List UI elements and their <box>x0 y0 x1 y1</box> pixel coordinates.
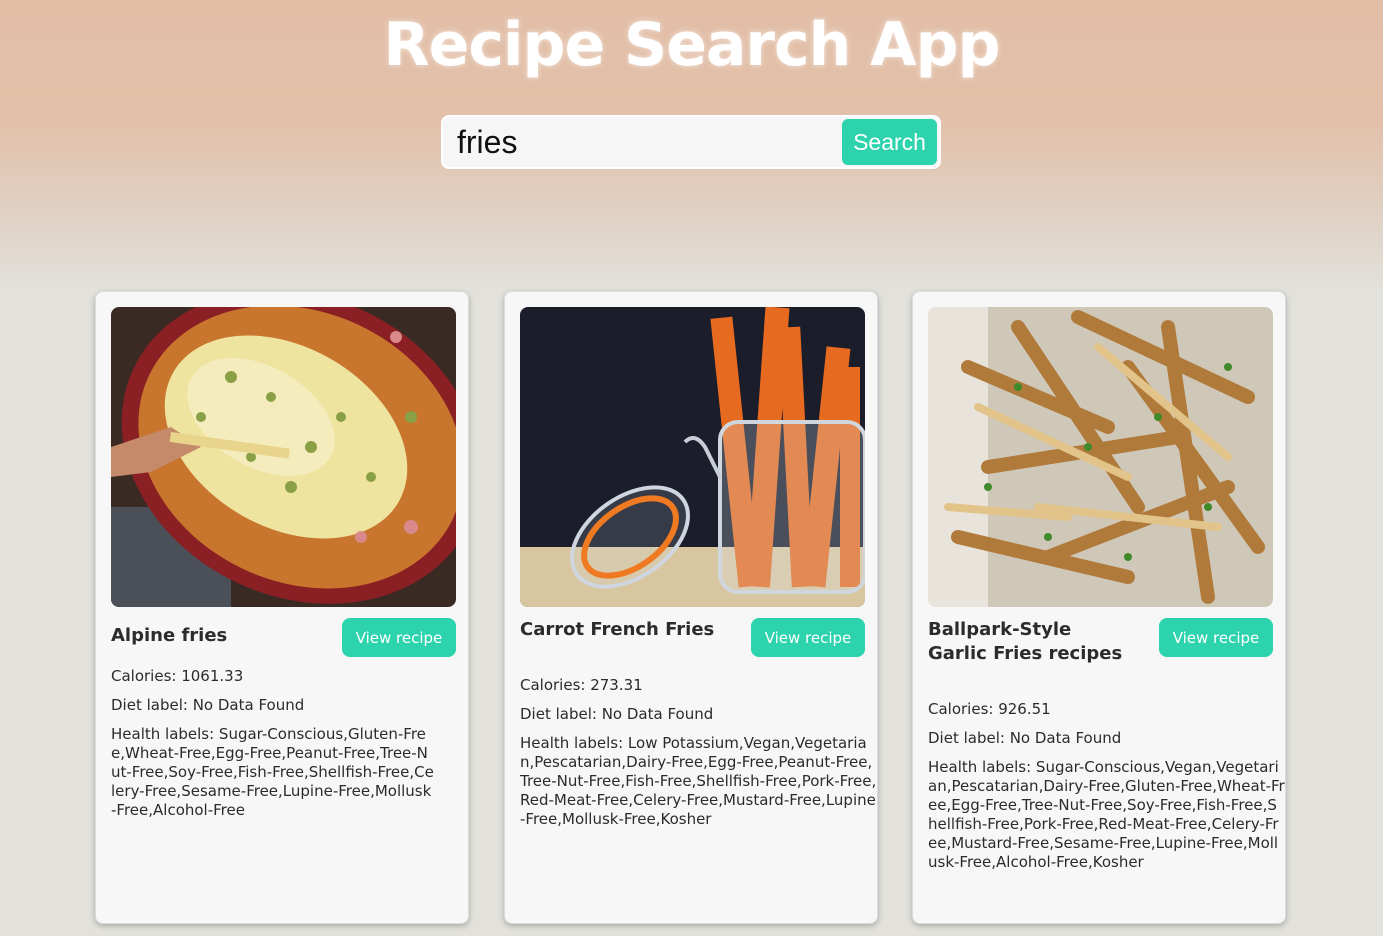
view-recipe-button[interactable]: View recipe <box>751 618 865 657</box>
recipe-card: Ballpark-Style Garlic Fries recipes View… <box>912 291 1286 924</box>
recipe-diet-label: Diet label: No Data Found <box>520 705 714 723</box>
recipe-health-labels: Health labels: Sugar-Conscious,Gluten-Fr… <box>111 725 434 819</box>
recipe-calories: Calories: 273.31 <box>520 676 643 694</box>
recipe-image <box>111 307 456 607</box>
header: Recipe Search App Search <box>0 0 1383 260</box>
recipe-diet-label: Diet label: No Data Found <box>928 729 1122 747</box>
recipe-calories: Calories: 1061.33 <box>111 667 244 685</box>
recipe-info: Calories: 926.51 Diet label: No Data Fou… <box>928 700 1288 882</box>
view-recipe-button[interactable]: View recipe <box>1159 618 1273 657</box>
recipe-diet-label: Diet label: No Data Found <box>111 696 305 714</box>
recipe-health-labels: Health labels: Low Potassium,Vegan,Veget… <box>520 734 877 828</box>
recipe-card: Alpine fries View recipe Calories: 1061.… <box>95 291 469 924</box>
recipe-image <box>928 307 1273 607</box>
recipe-card: Carrot French Fries View recipe Calories… <box>504 291 878 924</box>
view-recipe-button[interactable]: View recipe <box>342 618 456 657</box>
recipe-info: Calories: 273.31 Diet label: No Data Fou… <box>520 676 880 839</box>
recipe-image <box>520 307 865 607</box>
search-input[interactable] <box>445 119 835 165</box>
recipe-title: Ballpark-Style Garlic Fries recipes <box>928 619 1123 664</box>
garlic-fries-photo-icon <box>928 307 1273 607</box>
recipe-health-labels: Health labels: Sugar-Conscious,Vegan,Veg… <box>928 758 1285 871</box>
search-button[interactable]: Search <box>842 119 937 165</box>
recipe-calories: Calories: 926.51 <box>928 700 1051 718</box>
recipe-title: Alpine fries <box>111 625 228 646</box>
gratin-dish-photo-icon <box>111 307 456 607</box>
recipe-title: Carrot French Fries <box>520 619 715 640</box>
app-title: Recipe Search App <box>383 10 1000 80</box>
recipe-info: Calories: 1061.33 Diet label: No Data Fo… <box>111 667 471 830</box>
carrot-jar-photo-icon <box>520 307 865 607</box>
search-form: Search <box>441 115 941 169</box>
